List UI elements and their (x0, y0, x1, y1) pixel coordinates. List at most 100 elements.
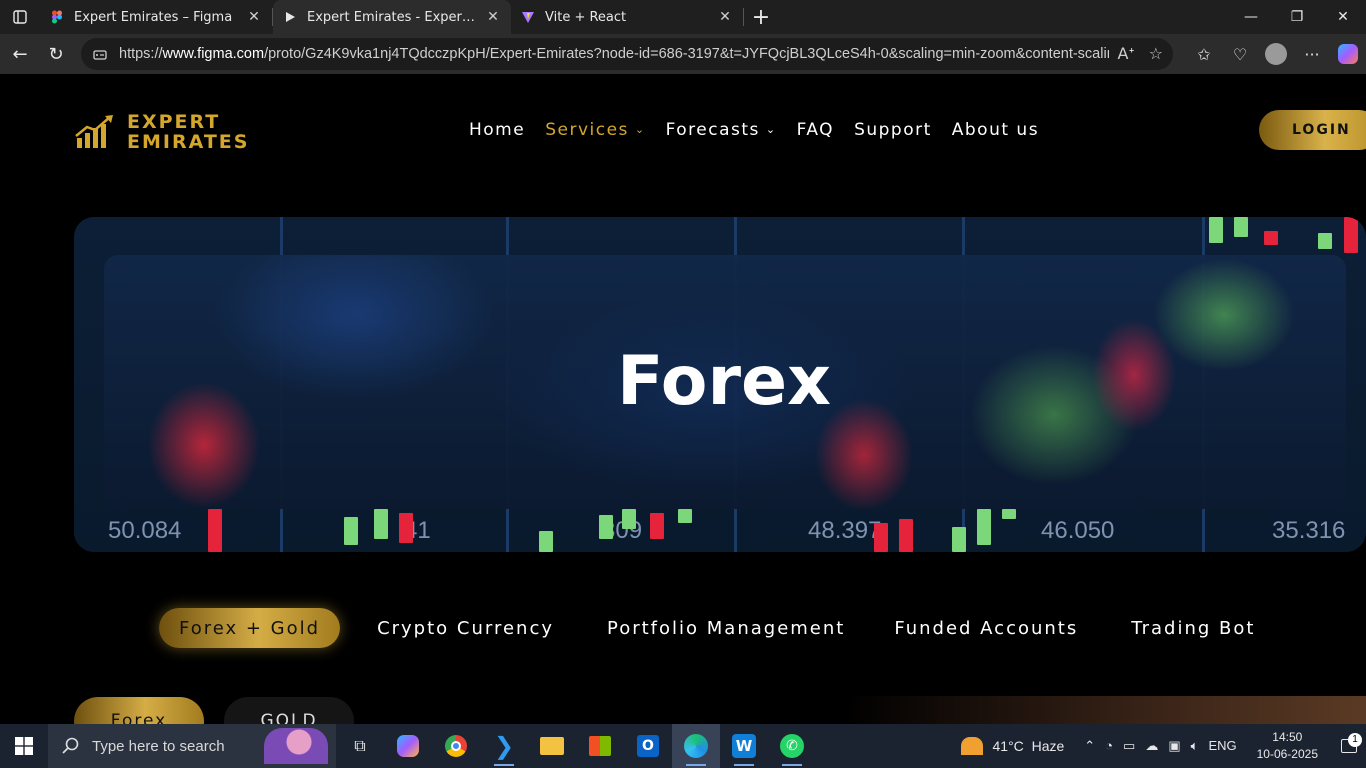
address-bar[interactable]: https://www.figma.com/proto/Gz4K9vka1nj4… (81, 38, 1173, 70)
tab-title: Expert Emirates - Expert Emirates (307, 9, 479, 25)
chevron-down-icon: ⌄ (634, 123, 646, 136)
vscode-icon: ❯ (493, 732, 515, 760)
chart-candle (1344, 217, 1358, 253)
filter-trading-bot[interactable]: Trading Bot (1131, 618, 1255, 639)
tab-actions-icon (13, 10, 27, 24)
tab-actions-button[interactable] (0, 0, 40, 34)
tab-gold[interactable]: GOLD (224, 697, 354, 724)
hero-ticker-strip: 50.084 41 309 48.397 46.050 35.316 (74, 509, 1366, 552)
store-icon (589, 736, 611, 756)
file-explorer-button[interactable] (528, 724, 576, 768)
tab-vite-react[interactable]: Vite + React ✕ (511, 0, 743, 34)
language-indicator[interactable]: ENG (1208, 738, 1236, 754)
favorites-button[interactable]: ✩ (1186, 34, 1222, 74)
task-view-button[interactable]: ⧉ (336, 724, 384, 768)
outlook-button[interactable]: O (624, 724, 672, 768)
ticker-value: 50.084 (108, 517, 182, 544)
chart-candle (208, 509, 222, 552)
camera-icon[interactable]: ▣ (1168, 738, 1180, 754)
weather-temp: 41°C (992, 738, 1024, 754)
login-button[interactable]: LOGIN (1259, 110, 1366, 150)
cloud-icon[interactable]: ☁ (1145, 738, 1158, 754)
notifications-button[interactable]: 1 (1332, 724, 1366, 768)
vscode-button[interactable]: ❯ (480, 724, 528, 768)
battery-icon[interactable]: ▭ (1123, 738, 1135, 754)
filter-crypto-currency[interactable]: Crypto Currency (377, 618, 554, 639)
favorites-icon: ✩ (1197, 44, 1211, 64)
close-window-button[interactable]: ✕ (1320, 0, 1366, 34)
restore-icon: ❐ (1290, 9, 1304, 25)
nav-forecasts[interactable]: Forecasts ⌄ (666, 120, 777, 140)
plus-icon: + (751, 4, 771, 30)
network-icon[interactable]: ◔ (1105, 738, 1113, 754)
tab-figma[interactable]: Expert Emirates – Figma ✕ (40, 0, 272, 34)
chart-candle (622, 509, 636, 529)
nav-services[interactable]: Services ⌄ (545, 120, 645, 140)
chrome-button[interactable] (432, 724, 480, 768)
edge-button[interactable] (672, 724, 720, 768)
ticker-value: 48.397 (808, 517, 882, 544)
more-button[interactable]: ··· (1294, 34, 1330, 74)
copilot-button[interactable] (1330, 34, 1366, 74)
back-button[interactable]: ← (2, 36, 38, 72)
chart-candle (539, 531, 553, 552)
close-tab-icon[interactable]: ✕ (485, 9, 501, 25)
chart-candle (1318, 233, 1332, 249)
search-placeholder: Type here to search (92, 737, 225, 755)
close-tab-icon[interactable]: ✕ (717, 9, 733, 25)
w-app-button[interactable]: W (720, 724, 768, 768)
tab-title: Expert Emirates – Figma (74, 9, 233, 25)
filter-funded-accounts[interactable]: Funded Accounts (894, 618, 1078, 639)
weather-widget[interactable]: 41°C Haze (960, 737, 1065, 755)
nav-services-label: Services (545, 120, 629, 140)
nav-home[interactable]: Home (469, 120, 525, 140)
store-button[interactable] (576, 724, 624, 768)
extensions-button[interactable]: ♡ (1222, 34, 1258, 74)
chart-candle (599, 515, 613, 539)
figma-icon (52, 10, 62, 24)
site-info-icon[interactable] (93, 47, 107, 61)
clock[interactable]: 14:50 10-06-2025 (1257, 729, 1318, 763)
copilot-icon (1338, 44, 1358, 64)
taskbar-search[interactable]: Type here to search (48, 724, 336, 768)
profile-button[interactable] (1258, 34, 1294, 74)
favorite-star-icon[interactable]: ☆ (1149, 44, 1163, 63)
nav-support[interactable]: Support (854, 120, 932, 140)
tab-forex[interactable]: Forex (74, 697, 204, 724)
clock-time: 14:50 (1272, 730, 1303, 744)
chart-candle (650, 513, 664, 539)
heart-pulse-icon: ♡ (1232, 44, 1248, 64)
logo-text: EXPERT EMIRATES (127, 112, 249, 152)
whatsapp-button[interactable]: ✆ (768, 724, 816, 768)
refresh-button[interactable]: ↻ (38, 36, 74, 72)
taskbar: Type here to search ⧉ ❯ O W ✆ 41°C Haze … (0, 724, 1366, 768)
tab-expert-emirates[interactable]: Expert Emirates - Expert Emirates ✕ (273, 0, 511, 34)
filter-forex-gold[interactable]: Forex + Gold (159, 608, 341, 648)
refresh-icon: ↻ (48, 43, 64, 65)
weather-desc: Haze (1031, 738, 1065, 754)
read-aloud-icon[interactable]: Aᐩ (1117, 44, 1134, 63)
logo-line-1: EXPERT (127, 111, 221, 133)
file-explorer-icon (540, 737, 564, 755)
nav-faq[interactable]: FAQ (797, 120, 834, 140)
restore-button[interactable]: ❐ (1274, 0, 1320, 34)
tray-icons: ⌃ ◔ ▭ ☁ ▣ 🔈︎ ENG (1084, 738, 1236, 754)
chart-candle (977, 509, 991, 545)
notification-badge: 1 (1348, 733, 1362, 747)
close-tab-icon[interactable]: ✕ (246, 9, 262, 25)
chart-candle (1234, 217, 1248, 237)
chevron-up-icon[interactable]: ⌃ (1084, 738, 1095, 754)
logo[interactable]: EXPERT EMIRATES (75, 112, 249, 152)
nav-about-us[interactable]: About us (952, 120, 1039, 140)
chart-candle (899, 519, 913, 552)
filter-portfolio-management[interactable]: Portfolio Management (607, 618, 845, 639)
nav-forecasts-label: Forecasts (665, 120, 760, 140)
volume-icon[interactable]: 🔈︎ (1191, 738, 1199, 754)
minimize-button[interactable]: — (1228, 0, 1274, 34)
chart-candle (374, 509, 388, 539)
new-tab-button[interactable]: + (744, 0, 778, 34)
ticker-value: 46.050 (1041, 517, 1115, 544)
copilot-taskbar-button[interactable] (384, 724, 432, 768)
start-button[interactable] (0, 724, 48, 768)
ticker-value: 35.316 (1272, 517, 1346, 544)
